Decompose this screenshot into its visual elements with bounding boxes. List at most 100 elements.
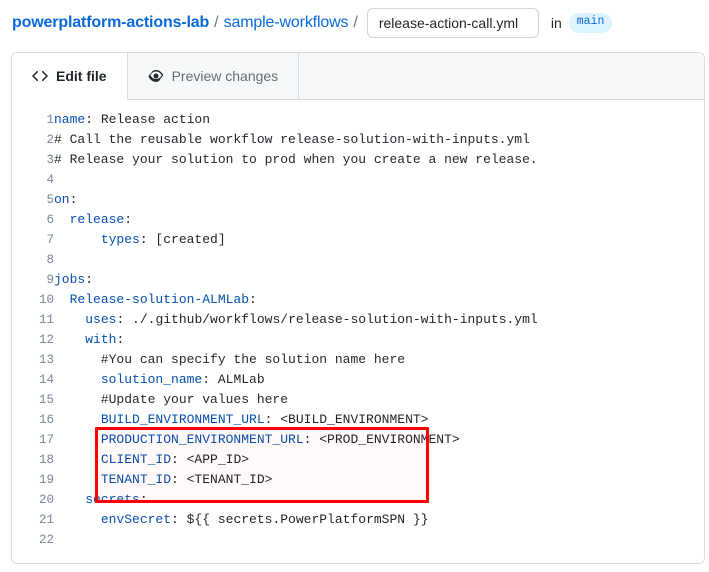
- line-source[interactable]: CLIENT_ID: <APP_ID>: [54, 450, 538, 470]
- line-source[interactable]: jobs:: [54, 270, 538, 290]
- line-source[interactable]: [54, 530, 538, 550]
- line-source[interactable]: PRODUCTION_ENVIRONMENT_URL: <PROD_ENVIRO…: [54, 430, 538, 450]
- tab-preview-changes[interactable]: Preview changes: [128, 53, 300, 99]
- line-number: 14: [12, 370, 54, 390]
- code-token: uses: [85, 312, 116, 327]
- code-token: BUILD_ENVIRONMENT_URL: [101, 412, 265, 427]
- code-editor[interactable]: 1name: Release action2# Call the reusabl…: [12, 100, 704, 563]
- code-token: [54, 492, 85, 507]
- line-source[interactable]: with:: [54, 330, 538, 350]
- code-token: [54, 512, 101, 527]
- line-source[interactable]: # Call the reusable workflow release-sol…: [54, 130, 538, 150]
- line-source[interactable]: [54, 170, 538, 190]
- line-number: 4: [12, 170, 54, 190]
- line-number: 3: [12, 150, 54, 170]
- code-token: #Update your values here: [54, 392, 288, 407]
- line-source[interactable]: solution_name: ALMLab: [54, 370, 538, 390]
- code-line: 12 with:: [12, 330, 538, 350]
- breadcrumb-separator-1: /: [214, 14, 218, 32]
- line-source[interactable]: TENANT_ID: <TENANT_ID>: [54, 470, 538, 490]
- code-token: # Release your solution to prod when you…: [54, 152, 538, 167]
- code-token: CLIENT_ID: [101, 452, 171, 467]
- filename-input[interactable]: release-action-call.yml: [367, 8, 539, 38]
- breadcrumb: powerplatform-actions-lab / sample-workf…: [0, 0, 709, 46]
- line-number: 21: [12, 510, 54, 530]
- line-source[interactable]: types: [created]: [54, 230, 538, 250]
- code-line: 9jobs:: [12, 270, 538, 290]
- line-source[interactable]: [54, 250, 538, 270]
- code-table: 1name: Release action2# Call the reusabl…: [12, 110, 538, 550]
- code-token: : Release action: [85, 112, 210, 127]
- code-token: :: [116, 332, 124, 347]
- code-token: envSecret: [101, 512, 171, 527]
- line-number: 22: [12, 530, 54, 550]
- line-source[interactable]: envSecret: ${{ secrets.PowerPlatformSPN …: [54, 510, 538, 530]
- line-number: 5: [12, 190, 54, 210]
- code-token: [54, 472, 101, 487]
- editor-tabbar: Edit file Preview changes: [12, 53, 704, 100]
- breadcrumb-repo-link[interactable]: powerplatform-actions-lab: [12, 14, 209, 32]
- code-line: 1name: Release action: [12, 110, 538, 130]
- tabbar-filler: [299, 53, 704, 99]
- code-token: TENANT_ID: [101, 472, 171, 487]
- code-line: 10 Release-solution-ALMLab:: [12, 290, 538, 310]
- line-number: 10: [12, 290, 54, 310]
- line-number: 9: [12, 270, 54, 290]
- line-source[interactable]: release:: [54, 210, 538, 230]
- code-token: # Call the reusable workflow release-sol…: [54, 132, 530, 147]
- code-token: #You can specify the solution name here: [54, 352, 405, 367]
- code-line: 6 release:: [12, 210, 538, 230]
- code-token: :: [249, 292, 257, 307]
- code-token: name: [54, 112, 85, 127]
- line-number: 13: [12, 350, 54, 370]
- code-line: 21 envSecret: ${{ secrets.PowerPlatformS…: [12, 510, 538, 530]
- line-number: 8: [12, 250, 54, 270]
- line-source[interactable]: secrets:: [54, 490, 538, 510]
- code-line: 19 TENANT_ID: <TENANT_ID>: [12, 470, 538, 490]
- code-token: : <BUILD_ENVIRONMENT>: [265, 412, 429, 427]
- line-source[interactable]: uses: ./.github/workflows/release-soluti…: [54, 310, 538, 330]
- code-token: on: [54, 192, 70, 207]
- code-token: :: [70, 192, 78, 207]
- code-token: :: [85, 272, 93, 287]
- code-token: [54, 312, 85, 327]
- line-number: 6: [12, 210, 54, 230]
- code-line: 3# Release your solution to prod when yo…: [12, 150, 538, 170]
- line-source[interactable]: on:: [54, 190, 538, 210]
- file-editor-card: Edit file Preview changes 1name: Release…: [11, 52, 705, 564]
- code-token: : ALMLab: [202, 372, 264, 387]
- code-token: with: [85, 332, 116, 347]
- line-number: 20: [12, 490, 54, 510]
- code-line: 20 secrets:: [12, 490, 538, 510]
- line-source[interactable]: #You can specify the solution name here: [54, 350, 538, 370]
- code-line: 15 #Update your values here: [12, 390, 538, 410]
- code-token: [54, 412, 101, 427]
- code-line: 5on:: [12, 190, 538, 210]
- code-line: 11 uses: ./.github/workflows/release-sol…: [12, 310, 538, 330]
- line-number: 18: [12, 450, 54, 470]
- code-token: Release-solution-ALMLab: [70, 292, 249, 307]
- code-token: secrets: [85, 492, 140, 507]
- breadcrumb-folder-link[interactable]: sample-workflows: [224, 14, 349, 32]
- line-source[interactable]: # Release your solution to prod when you…: [54, 150, 538, 170]
- line-source[interactable]: BUILD_ENVIRONMENT_URL: <BUILD_ENVIRONMEN…: [54, 410, 538, 430]
- line-number: 7: [12, 230, 54, 250]
- code-line: 13 #You can specify the solution name he…: [12, 350, 538, 370]
- code-token: : <TENANT_ID>: [171, 472, 272, 487]
- line-source[interactable]: name: Release action: [54, 110, 538, 130]
- code-token: :: [140, 492, 148, 507]
- code-token: release: [70, 212, 125, 227]
- line-number: 12: [12, 330, 54, 350]
- code-token: : ${{ secrets.PowerPlatformSPN }}: [171, 512, 428, 527]
- code-token: : <APP_ID>: [171, 452, 249, 467]
- tab-edit-file[interactable]: Edit file: [12, 53, 128, 100]
- code-line: 2# Call the reusable workflow release-so…: [12, 130, 538, 150]
- code-icon: [32, 68, 48, 84]
- branch-badge: main: [569, 13, 613, 33]
- line-number: 15: [12, 390, 54, 410]
- code-token: solution_name: [101, 372, 202, 387]
- line-source[interactable]: Release-solution-ALMLab:: [54, 290, 538, 310]
- line-number: 2: [12, 130, 54, 150]
- line-source[interactable]: #Update your values here: [54, 390, 538, 410]
- tab-preview-changes-label: Preview changes: [172, 68, 279, 84]
